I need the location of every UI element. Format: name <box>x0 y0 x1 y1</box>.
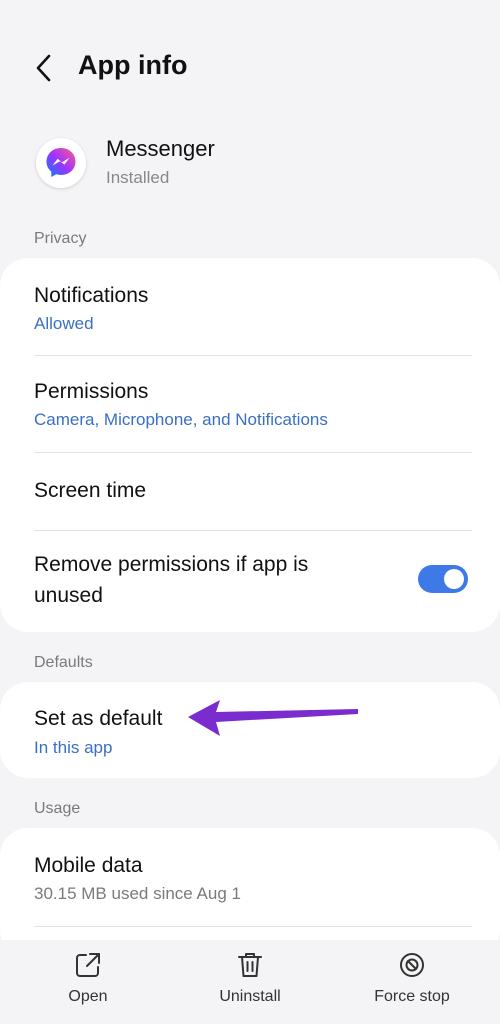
toggle-knob <box>444 569 464 589</box>
annotation-arrow-icon <box>188 700 358 736</box>
open-external-icon <box>76 953 100 977</box>
app-header: App info <box>0 0 500 130</box>
force-stop-label: Force stop <box>374 988 450 1005</box>
permissions-row[interactable]: Permissions Camera, Microphone, and Noti… <box>0 356 500 452</box>
screen-time-row[interactable]: Screen time <box>0 453 500 529</box>
mobile-data-usage: 30.15 MB used since Aug 1 <box>34 884 241 903</box>
app-status: Installed <box>106 168 170 187</box>
notifications-status: Allowed <box>34 314 94 333</box>
usage-card: Mobile data 30.15 MB used since Aug 1 <box>0 828 500 958</box>
messenger-icon <box>36 138 86 188</box>
notifications-title: Notifications <box>34 284 149 307</box>
permissions-title: Permissions <box>34 380 149 403</box>
trash-icon <box>238 953 262 977</box>
uninstall-label: Uninstall <box>219 988 281 1005</box>
uninstall-button[interactable]: Uninstall <box>185 950 315 1016</box>
remove-permissions-title-line1: Remove permissions if app is <box>34 553 309 576</box>
remove-permissions-toggle[interactable] <box>418 565 468 593</box>
force-stop-button[interactable]: Force stop <box>347 950 477 1016</box>
mobile-data-title: Mobile data <box>34 854 143 877</box>
screen-time-title: Screen time <box>34 479 147 502</box>
permissions-summary: Camera, Microphone, and Notifications <box>34 410 328 429</box>
notifications-row[interactable]: Notifications Allowed <box>0 258 500 356</box>
divider <box>34 926 472 927</box>
back-button[interactable] <box>28 50 60 86</box>
section-privacy-label: Privacy <box>34 230 87 247</box>
open-button[interactable]: Open <box>23 950 153 1016</box>
set-as-default-title: Set as default <box>34 707 163 730</box>
chevron-left-icon <box>36 54 51 82</box>
mobile-data-row[interactable]: Mobile data 30.15 MB used since Aug 1 <box>0 828 500 926</box>
bottom-action-bar: Open Uninstall Force stop <box>0 940 500 1024</box>
stop-icon <box>400 953 424 977</box>
app-name: Messenger <box>106 136 215 161</box>
remove-permissions-title-line2: unused <box>34 584 103 607</box>
remove-permissions-row[interactable]: Remove permissions if app is unused <box>0 531 500 631</box>
set-as-default-sub: In this app <box>34 738 113 757</box>
privacy-card: Notifications Allowed Permissions Camera… <box>0 258 500 632</box>
page-title: App info <box>78 50 188 80</box>
section-defaults-label: Defaults <box>34 654 93 671</box>
app-summary: Messenger Installed <box>0 128 500 198</box>
section-usage-label: Usage <box>34 800 81 817</box>
open-label: Open <box>68 988 108 1005</box>
